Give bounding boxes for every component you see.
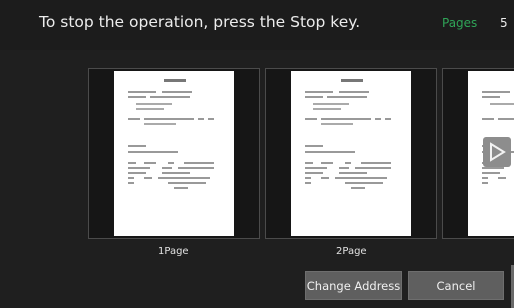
scan-progress-screen: To stop the operation, press the Stop ke…	[0, 0, 514, 308]
page-thumbnail-1-label: 1Page	[158, 246, 189, 257]
document-lines-icon	[305, 79, 391, 189]
page-preview-image	[114, 71, 234, 236]
change-address-button[interactable]: Change Address	[305, 271, 402, 300]
page-thumbnail-1[interactable]	[88, 68, 260, 239]
cancel-button[interactable]: Cancel	[408, 271, 504, 300]
pages-count: 5	[500, 16, 508, 30]
page-thumbnail-2-label: 2Page	[336, 246, 367, 257]
pages-label: Pages	[442, 16, 478, 30]
status-message: To stop the operation, press the Stop ke…	[39, 13, 361, 31]
play-triangle-icon	[490, 142, 506, 162]
page-thumbnail-2[interactable]	[265, 68, 437, 239]
page-preview-image	[291, 71, 411, 236]
next-page-button[interactable]	[483, 137, 511, 167]
document-lines-icon	[128, 79, 214, 189]
